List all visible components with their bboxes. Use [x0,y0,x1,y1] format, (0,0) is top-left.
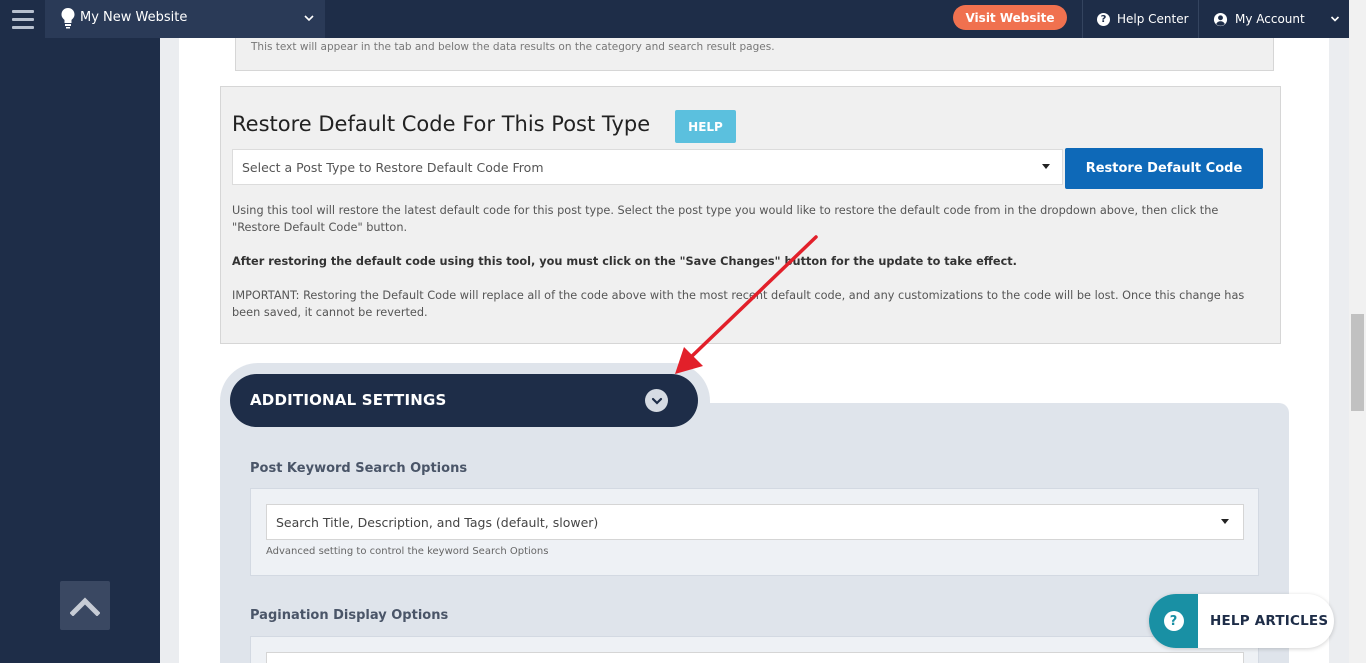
divider [1082,0,1083,38]
post-type-select[interactable]: Select a Post Type to Restore Default Co… [232,149,1063,185]
additional-settings-title: ADDITIONAL SETTINGS [250,391,447,409]
help-articles-label: HELP ARTICLES [1210,613,1329,629]
my-account-label: My Account [1235,12,1305,26]
sidebar [0,38,160,663]
restore-description: Using this tool will restore the latest … [232,204,1219,234]
chevron-down-icon [304,15,314,22]
user-circle-icon [1213,12,1228,26]
site-name: My New Website [80,10,188,25]
pagination-display-label: Pagination Display Options [250,608,449,623]
scrollbar-thumb[interactable] [1351,314,1364,411]
page-scrollbar[interactable] [1349,0,1366,663]
site-switcher[interactable]: My New Website [45,0,325,38]
post-type-select-placeholder: Select a Post Type to Restore Default Co… [242,160,544,175]
lightbulb-icon [61,8,75,29]
help-articles-icon-wrap: ? [1149,594,1198,648]
question-circle-icon: ? [1097,12,1110,26]
question-circle-icon: ? [1163,611,1184,631]
caret-down-icon [1221,519,1229,524]
help-center-link[interactable]: ? Help Center [1097,0,1189,38]
keyword-search-select[interactable]: Search Title, Description, and Tags (def… [266,504,1244,540]
scroll-to-top-button[interactable] [60,581,110,630]
my-account-menu[interactable]: My Account [1213,0,1340,38]
visit-website-button[interactable]: Visit Website [953,5,1067,30]
tab-text-note: This text will appear in the tab and bel… [251,41,775,53]
chevron-down-icon[interactable] [645,389,668,412]
chevron-up-icon [70,596,100,616]
hamburger-icon[interactable] [0,0,45,38]
tab-text-panel: This text will appear in the tab and bel… [235,38,1274,71]
chevron-down-icon [1330,16,1339,22]
keyword-search-label: Post Keyword Search Options [250,461,468,476]
pagination-select[interactable] [266,652,1244,663]
restore-save-notice: After restoring the default code using t… [232,255,1017,268]
restore-default-code-button[interactable]: Restore Default Code [1065,148,1263,189]
top-bar: My New Website Visit Website ? Help Cent… [0,0,1349,38]
caret-down-icon [1042,164,1050,169]
restore-warning: IMPORTANT: Restoring the Default Code wi… [232,289,1245,319]
restore-default-code-panel: Restore Default Code For This Post Type … [220,86,1281,344]
additional-settings-header[interactable]: ADDITIONAL SETTINGS [230,374,698,427]
divider [1198,0,1199,38]
help-articles-widget[interactable]: ? HELP ARTICLES [1149,594,1334,648]
help-button[interactable]: HELP [675,110,736,143]
keyword-search-options-box: Search Title, Description, and Tags (def… [250,488,1259,576]
help-center-label: Help Center [1117,12,1189,26]
keyword-search-hint: Advanced setting to control the keyword … [266,546,549,557]
keyword-search-selected: Search Title, Description, and Tags (def… [276,515,599,530]
restore-title: Restore Default Code For This Post Type [232,112,651,136]
pagination-options-box [250,636,1259,663]
